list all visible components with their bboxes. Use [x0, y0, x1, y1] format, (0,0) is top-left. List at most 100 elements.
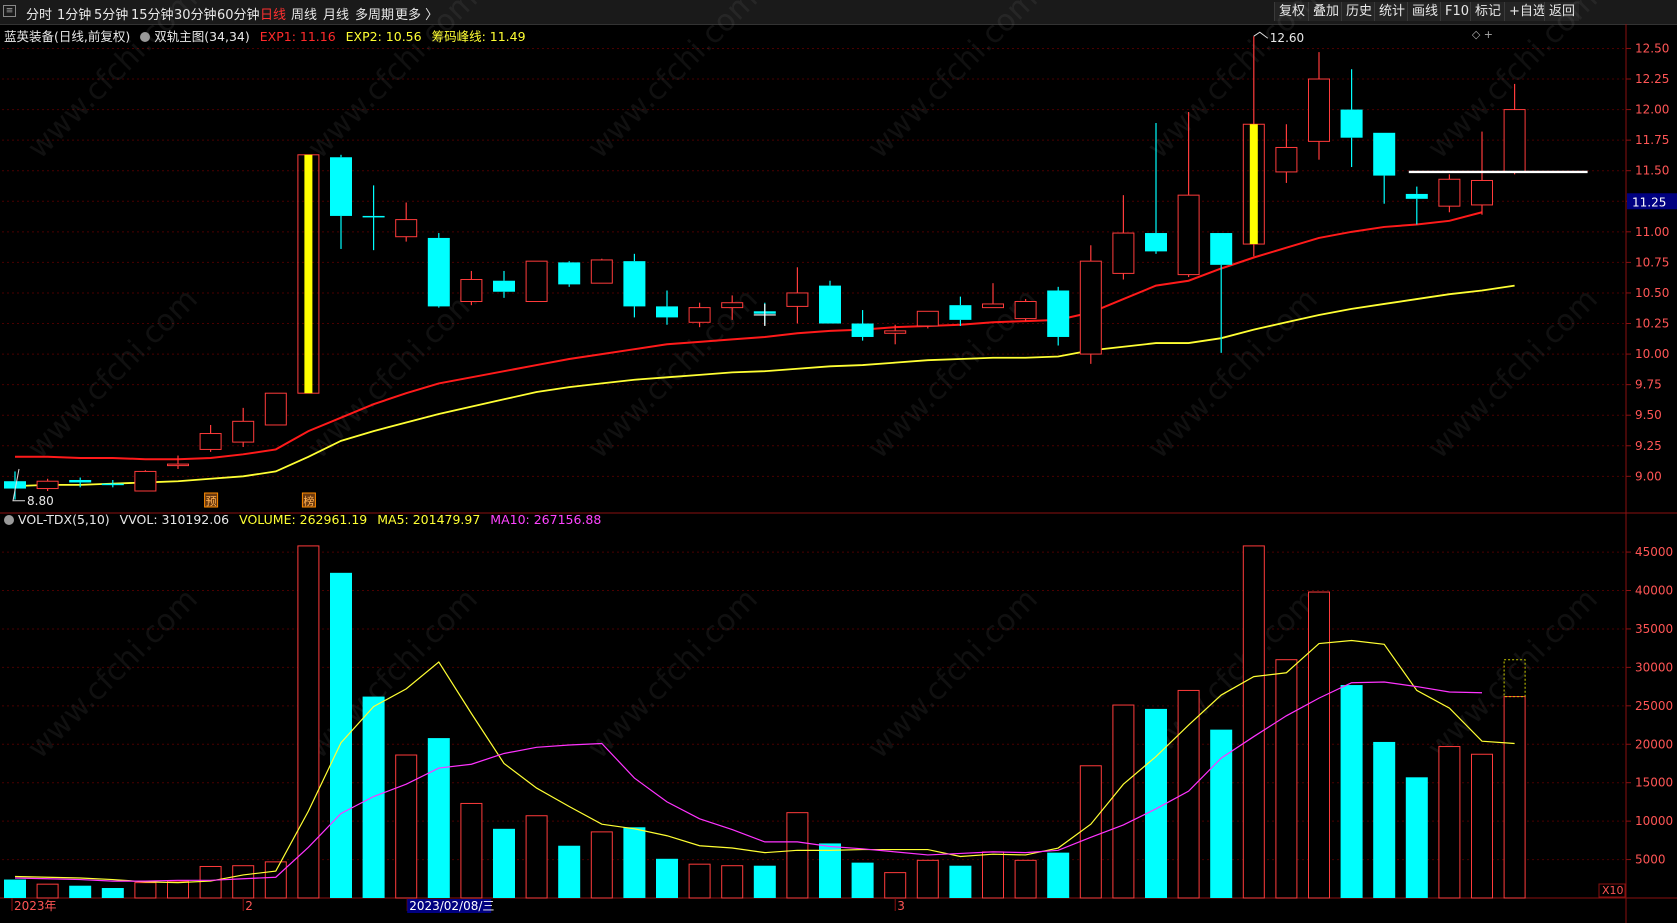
- candle-body: [590, 259, 613, 284]
- watermark-text: www.cfchi.com: [1141, 0, 1325, 166]
- volume-tick-label: 25000: [1635, 699, 1673, 713]
- candle-body: [982, 303, 1004, 309]
- candle: [4, 471, 26, 500]
- candle: [1438, 174, 1461, 213]
- volume-bar: [590, 831, 613, 899]
- volume-bar: [656, 858, 678, 898]
- candle: [362, 185, 385, 251]
- volume-bar: [1242, 545, 1265, 899]
- volume-bar: [949, 865, 972, 898]
- candle: [949, 296, 972, 326]
- price-tick-label: 11.00: [1635, 225, 1669, 239]
- candle: [1373, 132, 1396, 204]
- candle-body: [493, 280, 515, 292]
- candle: [916, 310, 939, 329]
- candle-body: [1373, 132, 1396, 176]
- volume-bar: [623, 827, 646, 898]
- volume-bar: [232, 865, 255, 899]
- volume-bar: [1405, 777, 1428, 898]
- watermark-text: www.cfchi.com: [301, 0, 485, 166]
- candle-body: [1210, 233, 1233, 265]
- price-tick-label: 10.25: [1635, 317, 1669, 331]
- chart-canvas[interactable]: 9.00 9.25 9.50 9.75 10.00 10.25 10.50 10.75 11.0…: [0, 0, 1677, 923]
- candle-body: [1177, 194, 1200, 276]
- candle-body: [427, 237, 450, 307]
- x-axis-label: 2023年: [14, 899, 57, 913]
- volume-bar: [1373, 741, 1396, 898]
- candle: [199, 424, 222, 452]
- volume-bar: [264, 861, 287, 899]
- watermark-text: www.cfchi.com: [581, 582, 765, 766]
- volume-tick-label: 45000: [1635, 545, 1673, 559]
- candle-body: [167, 463, 189, 467]
- volume-bar: [427, 738, 450, 898]
- volume-bar: [1340, 685, 1363, 898]
- candle-body: [199, 433, 222, 450]
- candle-body: [460, 279, 483, 303]
- candle-body: [623, 261, 646, 307]
- volume-bar: [1112, 704, 1135, 899]
- volume-unit-label: X10: [1602, 884, 1624, 897]
- volume-bar: [395, 754, 418, 899]
- candle-body: [1405, 193, 1428, 199]
- price-tick-label: 9.00: [1635, 469, 1662, 483]
- candle: [851, 310, 874, 341]
- volume-bar: [1503, 696, 1526, 899]
- candle-body: [101, 483, 124, 486]
- candle-body: [558, 262, 581, 285]
- candle-body: [916, 310, 939, 327]
- volume-bar: [1275, 659, 1298, 899]
- candle: [1047, 286, 1070, 346]
- candle: [493, 270, 515, 298]
- event-marker-text: 榜: [303, 494, 314, 508]
- candle-body: [1340, 109, 1363, 138]
- candle: [1079, 245, 1102, 364]
- volume-bar: [558, 845, 581, 898]
- volume-bar: [819, 843, 841, 898]
- price-tick-label: 10.75: [1635, 255, 1669, 269]
- volume-bar: [1047, 852, 1070, 898]
- x-axis-label: 2: [245, 899, 253, 913]
- volume-bar: [525, 815, 548, 899]
- candle-body: [330, 157, 352, 216]
- candle-body: [786, 292, 809, 307]
- volume-bar: [851, 862, 874, 898]
- candle-body: [232, 420, 255, 443]
- watermark-text: www.cfchi.com: [21, 582, 205, 766]
- candle: [297, 154, 320, 394]
- volume-bar: [493, 828, 515, 898]
- volume-bar: [101, 888, 124, 898]
- candle-body: [362, 215, 385, 218]
- price-tick-label: 12.25: [1635, 72, 1669, 86]
- candle: [460, 270, 483, 306]
- candle: [134, 470, 157, 492]
- price-tick-label: 12.00: [1635, 103, 1669, 117]
- candle-body: [1471, 179, 1493, 206]
- volume-bar: [1438, 746, 1461, 899]
- candle-body: [851, 323, 874, 337]
- candle-body: [264, 392, 287, 426]
- candle-body: [949, 305, 972, 320]
- watermark-text: www.cfchi.com: [301, 282, 485, 466]
- volume-tick-label: 15000: [1635, 776, 1673, 790]
- candle-body: [884, 330, 907, 334]
- volume-bar: [36, 883, 59, 899]
- volume-tick-label: 5000: [1635, 853, 1666, 867]
- volume-bar: [884, 872, 907, 899]
- volume-bar: [1079, 765, 1102, 899]
- volume-tick-label: 10000: [1635, 814, 1673, 828]
- watermark: www.cfchi.com www.cfchi.com www.cfchi.com w…: [21, 0, 1605, 766]
- price-tick-label: 10.50: [1635, 286, 1669, 300]
- candle: [330, 154, 352, 249]
- candle: [264, 392, 287, 426]
- volume-bar: [688, 863, 711, 899]
- price-tick-label: 11.50: [1635, 164, 1669, 178]
- candle: [1471, 131, 1493, 215]
- limit-up-fill: [304, 154, 313, 394]
- volume-tick-label: 35000: [1635, 622, 1673, 636]
- candle: [786, 267, 809, 324]
- volume-bar: [4, 879, 26, 898]
- volume-bar: [167, 880, 189, 899]
- watermark-text: www.cfchi.com: [301, 582, 485, 766]
- candle-body: [36, 480, 59, 490]
